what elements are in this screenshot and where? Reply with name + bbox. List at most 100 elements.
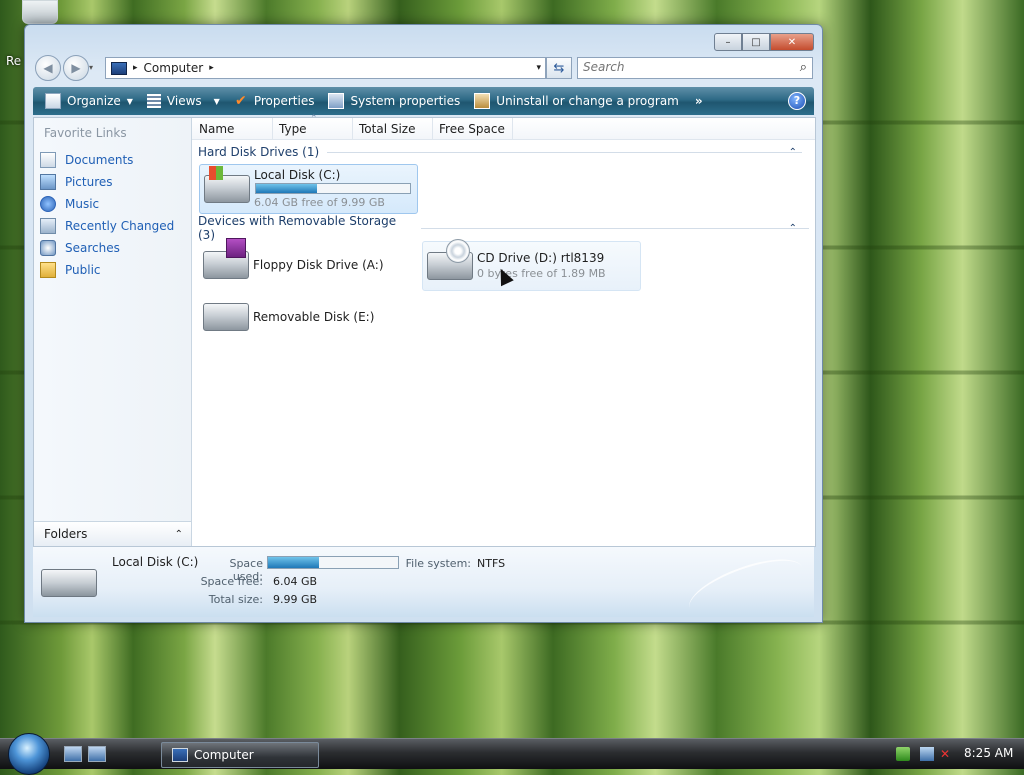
- taskbar-computer-label: Computer: [194, 748, 254, 762]
- link-music[interactable]: Music: [40, 194, 99, 214]
- taskbar: Computer ✕ 8:25 AM: [0, 733, 1024, 775]
- column-free-space[interactable]: Free Space: [432, 118, 513, 139]
- computer-icon: [172, 748, 188, 762]
- searches-icon: [40, 240, 56, 256]
- space-free-value: 6.04 GB: [273, 575, 318, 588]
- group-divider: [327, 151, 803, 153]
- start-button[interactable]: [8, 733, 50, 775]
- link-pictures[interactable]: Pictures: [40, 172, 113, 192]
- maximize-button[interactable]: □: [742, 33, 770, 51]
- chevron-down-icon: ▼: [126, 96, 133, 106]
- search-box[interactable]: ⌕: [577, 57, 813, 79]
- folders-label: Folders: [44, 527, 88, 541]
- floppy-drive-icon: [203, 238, 249, 279]
- space-free-label: Space free:: [200, 575, 263, 588]
- more-commands-icon[interactable]: »: [695, 94, 703, 108]
- collapse-chevron-icon[interactable]: ⌃: [789, 147, 797, 158]
- file-system-label: File system:: [405, 557, 471, 570]
- history-dropdown-icon[interactable]: ▾: [89, 63, 93, 72]
- refresh-button[interactable]: ⇆: [546, 57, 572, 79]
- link-public[interactable]: Public: [40, 260, 101, 280]
- group-removable-storage[interactable]: Devices with Removable Storage (3) ⌃: [198, 214, 809, 242]
- properties-button[interactable]: ✔ Properties: [232, 90, 317, 112]
- space-used-bar-fill: [268, 557, 320, 568]
- drive-removable-e[interactable]: Removable Disk (E:): [199, 293, 416, 341]
- link-searches[interactable]: Searches: [40, 238, 120, 258]
- folders-toggle[interactable]: Folders ⌃: [34, 521, 191, 546]
- system-properties-button[interactable]: System properties: [326, 90, 462, 112]
- system-properties-icon: [328, 93, 345, 109]
- space-used-bar: [267, 556, 399, 569]
- capacity-bar-fill: [256, 184, 317, 193]
- link-label: Searches: [65, 241, 120, 255]
- address-dropdown-icon[interactable]: ▾: [536, 63, 541, 73]
- link-label: Documents: [65, 153, 134, 167]
- clock[interactable]: 8:25 AM: [964, 746, 1013, 760]
- drive-free-space: 6.04 GB free of 9.99 GB: [254, 196, 385, 209]
- column-name[interactable]: Name: [192, 118, 273, 139]
- system-properties-label: System properties: [350, 94, 461, 108]
- back-button[interactable]: ◀: [35, 55, 61, 81]
- explorer-window: – □ ✕ ◀ ▶ ▾ ▸ Computer ▸ ▾ ⇆ ⌕ Organize …: [24, 24, 823, 629]
- group-divider: [421, 227, 809, 229]
- sort-arrow-icon: ⌃: [310, 114, 318, 124]
- removable-disk-icon: [203, 303, 249, 331]
- link-label: Pictures: [65, 175, 113, 189]
- views-label: Views: [166, 94, 202, 108]
- show-desktop-icon[interactable]: [64, 746, 82, 762]
- uninstall-label: Uninstall or change a program: [496, 94, 679, 108]
- documents-icon: [40, 152, 56, 168]
- views-icon: [146, 94, 161, 108]
- file-view: Name Type ⌃ Total Size Free Space Hard D…: [192, 114, 815, 546]
- volume-muted-icon[interactable]: ✕: [940, 747, 954, 761]
- views-button[interactable]: Views ▼: [145, 90, 222, 112]
- security-tray-icon[interactable]: [896, 747, 910, 761]
- minimize-button[interactable]: –: [714, 33, 742, 51]
- total-size-value: 9.99 GB: [273, 593, 318, 606]
- taskbar-computer-button[interactable]: Computer: [161, 742, 319, 768]
- capacity-bar: [255, 183, 411, 194]
- uninstall-icon: [474, 93, 491, 109]
- column-headers: Name Type ⌃ Total Size Free Space: [192, 114, 815, 140]
- link-label: Recently Changed: [65, 219, 175, 233]
- address-bar[interactable]: ▸ Computer ▸ ▾: [105, 57, 546, 79]
- link-recently-changed[interactable]: Recently Changed: [40, 216, 174, 236]
- drive-floppy-a[interactable]: Floppy Disk Drive (A:): [199, 238, 416, 289]
- favorite-links-title: Favorite Links: [44, 126, 127, 140]
- breadcrumb-computer[interactable]: Computer: [144, 61, 204, 75]
- link-documents[interactable]: Documents: [40, 150, 133, 170]
- details-drive-name: Local Disk (C:): [112, 555, 199, 569]
- collapse-chevron-icon[interactable]: ⌃: [789, 223, 797, 234]
- link-label: Music: [65, 197, 100, 211]
- chevron-up-icon: ⌃: [174, 528, 183, 540]
- drive-cd-d[interactable]: CD Drive (D:) rtl8139 0 bytes free of 1.…: [422, 239, 641, 291]
- navigation-pane: Favorite Links Documents Pictures Music …: [34, 118, 192, 546]
- chevron-down-icon: ▼: [213, 96, 220, 106]
- close-button[interactable]: ✕: [770, 33, 814, 51]
- group-hard-disk-drives[interactable]: Hard Disk Drives (1) ⌃: [198, 144, 809, 160]
- search-input[interactable]: [578, 58, 788, 76]
- group-title: Hard Disk Drives (1): [198, 145, 320, 159]
- breadcrumb-child-arrow-icon[interactable]: ▸: [209, 63, 214, 73]
- uninstall-program-button[interactable]: Uninstall or change a program: [472, 90, 681, 112]
- total-size-label: Total size:: [208, 593, 263, 606]
- file-system-value: NTFS: [477, 557, 506, 570]
- cd-drive-icon: [427, 239, 473, 280]
- recycle-bin-icon[interactable]: [22, 0, 58, 24]
- switch-windows-icon[interactable]: [88, 746, 106, 762]
- recently-changed-icon: [40, 218, 56, 234]
- forward-button[interactable]: ▶: [63, 55, 89, 81]
- drive-name: Floppy Disk Drive (A:): [253, 258, 384, 272]
- breadcrumb-separator-icon[interactable]: ▸: [133, 63, 138, 73]
- search-icon[interactable]: ⌕: [800, 60, 807, 75]
- organize-icon: [45, 93, 61, 109]
- decorative-swoosh: [682, 547, 810, 629]
- column-total-size[interactable]: Total Size: [352, 118, 433, 139]
- network-tray-icon[interactable]: [920, 747, 934, 761]
- help-icon[interactable]: ?: [788, 92, 806, 110]
- computer-icon: [111, 61, 127, 75]
- public-folder-icon: [40, 262, 56, 278]
- drive-local-c[interactable]: Local Disk (C:) 6.04 GB free of 9.99 GB: [199, 164, 418, 214]
- link-label: Public: [65, 263, 101, 277]
- organize-button[interactable]: Organize ▼: [43, 90, 135, 112]
